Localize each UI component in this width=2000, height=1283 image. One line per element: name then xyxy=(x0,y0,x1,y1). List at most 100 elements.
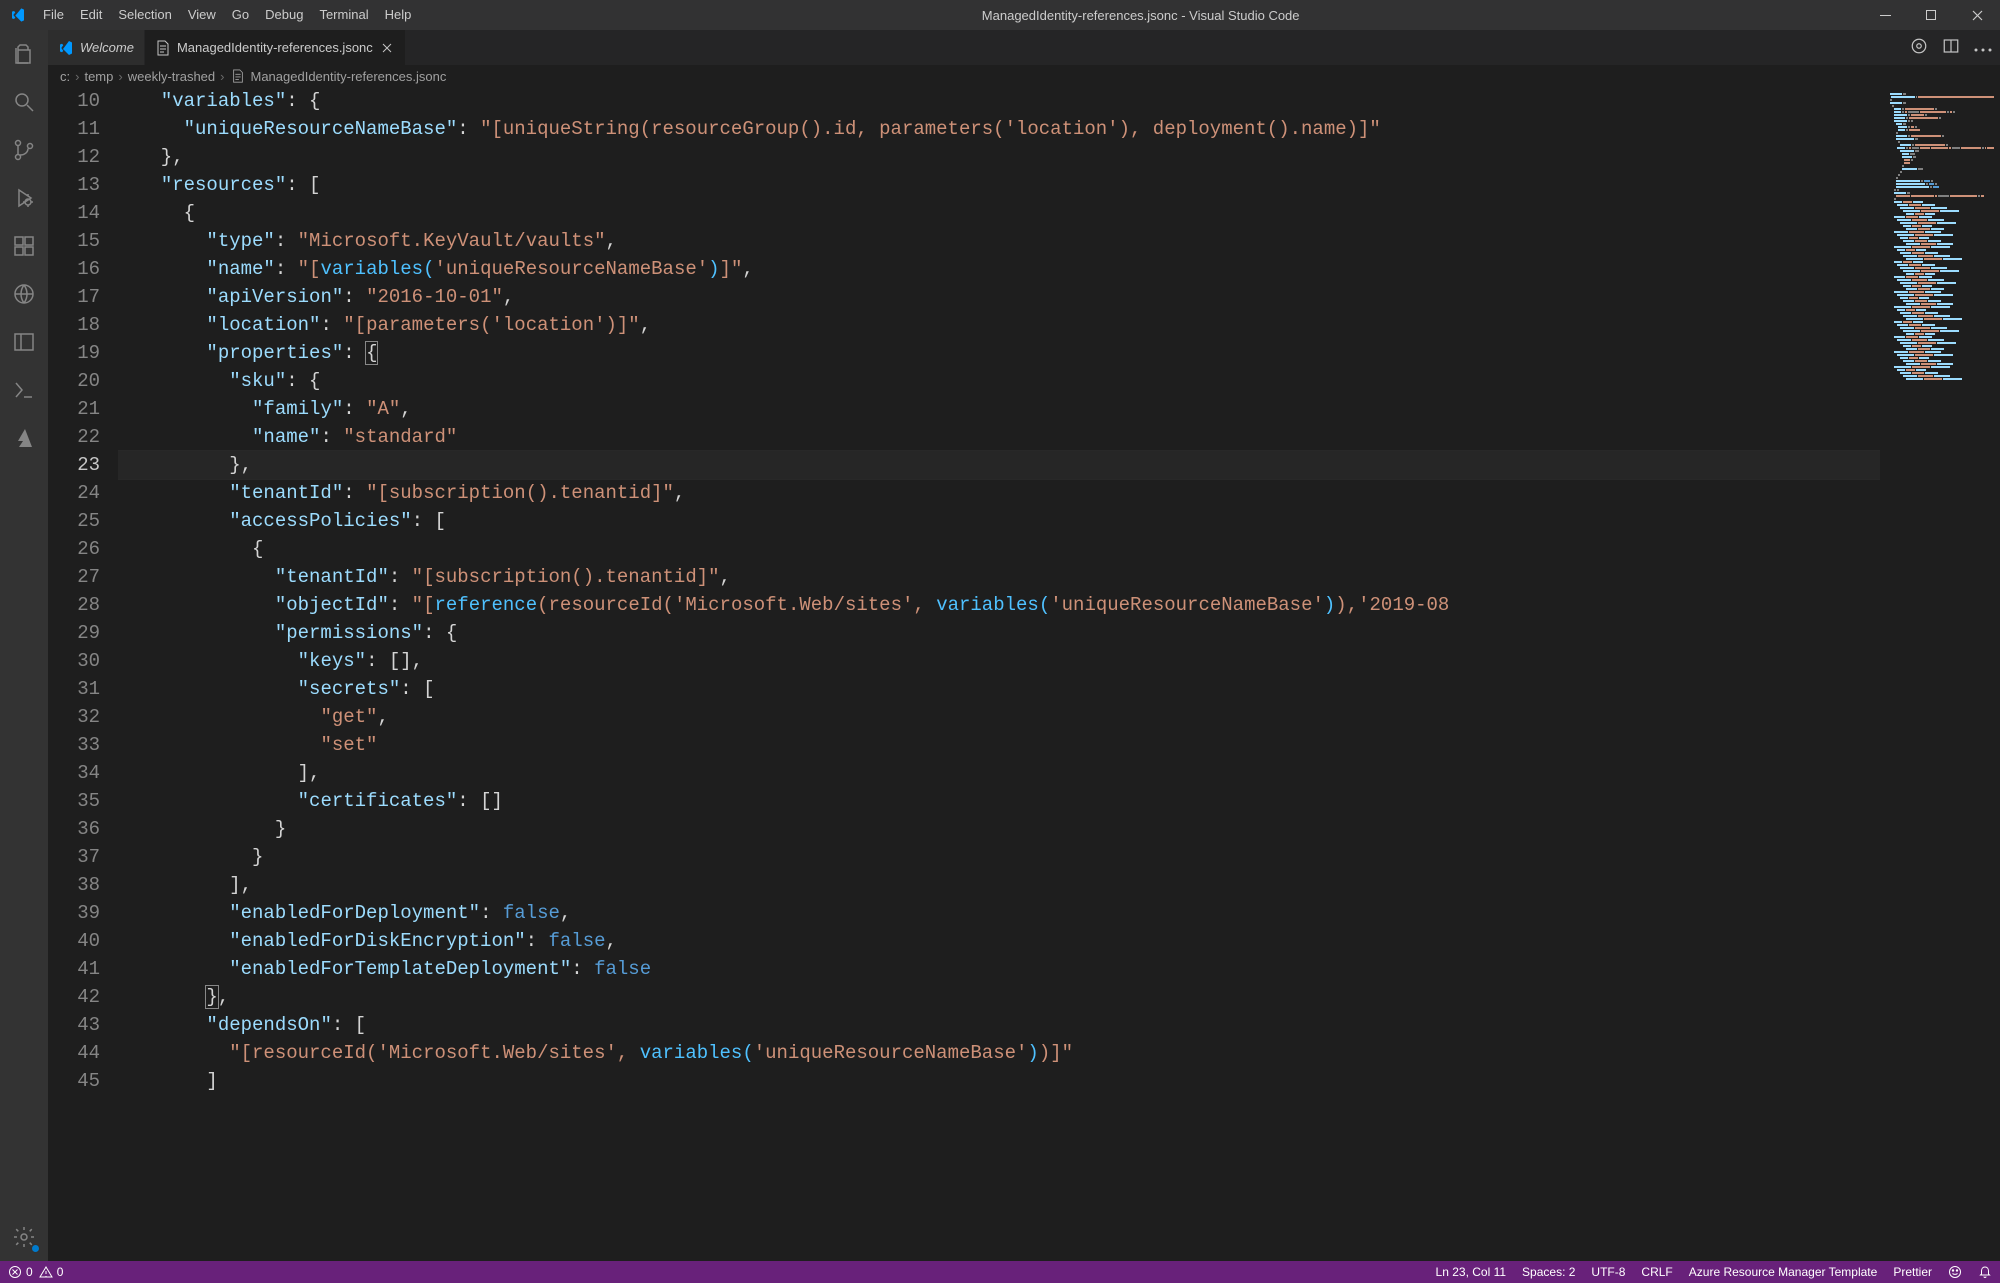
activity-run-debug[interactable] xyxy=(0,174,48,222)
code-line[interactable]: "enabledForDeployment": false, xyxy=(118,899,1880,927)
line-number[interactable]: 24 xyxy=(48,479,100,507)
code-editor[interactable]: "variables": { "uniqueResourceNameBase":… xyxy=(118,87,1880,1261)
close-icon[interactable] xyxy=(379,40,395,56)
code-line[interactable]: { xyxy=(118,199,1880,227)
code-line[interactable]: "resources": [ xyxy=(118,171,1880,199)
line-number[interactable]: 36 xyxy=(48,815,100,843)
line-number[interactable]: 12 xyxy=(48,143,100,171)
code-line[interactable]: "tenantId": "[subscription().tenantid]", xyxy=(118,479,1880,507)
line-number[interactable]: 14 xyxy=(48,199,100,227)
line-number[interactable]: 44 xyxy=(48,1039,100,1067)
breadcrumb-part[interactable]: c: xyxy=(60,69,70,84)
code-line[interactable]: "permissions": { xyxy=(118,619,1880,647)
line-number[interactable]: 30 xyxy=(48,647,100,675)
status-errors[interactable]: 0 xyxy=(8,1265,33,1279)
line-number[interactable]: 13 xyxy=(48,171,100,199)
code-line[interactable]: "type": "Microsoft.KeyVault/vaults", xyxy=(118,227,1880,255)
code-line[interactable]: "tenantId": "[subscription().tenantid]", xyxy=(118,563,1880,591)
code-line[interactable]: ] xyxy=(118,1067,1880,1095)
line-number[interactable]: 21 xyxy=(48,395,100,423)
line-number[interactable]: 40 xyxy=(48,927,100,955)
line-number[interactable]: 41 xyxy=(48,955,100,983)
code-line[interactable]: "certificates": [] xyxy=(118,787,1880,815)
code-line[interactable]: "name": "standard" xyxy=(118,423,1880,451)
code-line[interactable]: "sku": { xyxy=(118,367,1880,395)
menu-file[interactable]: File xyxy=(35,0,72,30)
line-number[interactable]: 26 xyxy=(48,535,100,563)
line-number[interactable]: 16 xyxy=(48,255,100,283)
line-number[interactable]: 15 xyxy=(48,227,100,255)
menu-debug[interactable]: Debug xyxy=(257,0,311,30)
line-number[interactable]: 31 xyxy=(48,675,100,703)
maximize-button[interactable] xyxy=(1908,0,1954,30)
line-number[interactable]: 32 xyxy=(48,703,100,731)
code-line[interactable]: "keys": [], xyxy=(118,647,1880,675)
preview-icon[interactable] xyxy=(1910,37,1928,58)
line-number[interactable]: 23 xyxy=(48,451,100,479)
line-number[interactable]: 28 xyxy=(48,591,100,619)
code-line[interactable]: } xyxy=(118,843,1880,871)
breadcrumb-part[interactable]: ManagedIdentity-references.jsonc xyxy=(251,69,447,84)
code-line[interactable]: ], xyxy=(118,871,1880,899)
code-line[interactable]: "enabledForTemplateDeployment": false xyxy=(118,955,1880,983)
status-spaces[interactable]: Spaces: 2 xyxy=(1522,1265,1575,1279)
line-number[interactable]: 39 xyxy=(48,899,100,927)
code-line[interactable]: "set" xyxy=(118,731,1880,759)
breadcrumb-part[interactable]: weekly-trashed xyxy=(128,69,215,84)
line-number[interactable]: 34 xyxy=(48,759,100,787)
line-number[interactable]: 18 xyxy=(48,311,100,339)
activity-remote[interactable] xyxy=(0,270,48,318)
close-button[interactable] xyxy=(1954,0,2000,30)
activity-azure[interactable] xyxy=(0,414,48,462)
status-encoding[interactable]: UTF-8 xyxy=(1591,1265,1625,1279)
line-number[interactable]: 11 xyxy=(48,115,100,143)
line-number[interactable]: 25 xyxy=(48,507,100,535)
feedback-icon[interactable] xyxy=(1948,1265,1962,1279)
code-line[interactable]: "uniqueResourceNameBase": "[uniqueString… xyxy=(118,115,1880,143)
status-warnings[interactable]: 0 xyxy=(39,1265,64,1279)
line-number[interactable]: 33 xyxy=(48,731,100,759)
code-line[interactable]: { xyxy=(118,535,1880,563)
line-number[interactable]: 17 xyxy=(48,283,100,311)
code-line[interactable]: "dependsOn": [ xyxy=(118,1011,1880,1039)
activity-settings[interactable] xyxy=(0,1213,48,1261)
line-number[interactable]: 35 xyxy=(48,787,100,815)
line-number[interactable]: 19 xyxy=(48,339,100,367)
activity-search[interactable] xyxy=(0,78,48,126)
code-line[interactable]: "location": "[parameters('location')]", xyxy=(118,311,1880,339)
line-number[interactable]: 29 xyxy=(48,619,100,647)
line-number[interactable]: 45 xyxy=(48,1067,100,1095)
line-number[interactable]: 37 xyxy=(48,843,100,871)
line-number[interactable]: 20 xyxy=(48,367,100,395)
line-number[interactable]: 22 xyxy=(48,423,100,451)
split-editor-icon[interactable] xyxy=(1942,37,1960,58)
minimize-button[interactable] xyxy=(1862,0,1908,30)
code-line[interactable]: }, xyxy=(118,143,1880,171)
activity-side-panel[interactable] xyxy=(0,318,48,366)
menu-terminal[interactable]: Terminal xyxy=(311,0,376,30)
code-line[interactable]: "name": "[variables('uniqueResourceNameB… xyxy=(118,255,1880,283)
line-number[interactable]: 42 xyxy=(48,983,100,1011)
status-cursor[interactable]: Ln 23, Col 11 xyxy=(1436,1265,1507,1279)
status-formatter[interactable]: Prettier xyxy=(1893,1265,1932,1279)
menu-selection[interactable]: Selection xyxy=(110,0,179,30)
code-line[interactable]: "objectId": "[reference(resourceId('Micr… xyxy=(118,591,1880,619)
menu-view[interactable]: View xyxy=(180,0,224,30)
tab-welcome[interactable]: Welcome xyxy=(48,30,145,65)
code-line[interactable]: "family": "A", xyxy=(118,395,1880,423)
code-line[interactable]: "accessPolicies": [ xyxy=(118,507,1880,535)
menu-go[interactable]: Go xyxy=(224,0,257,30)
activity-source-control[interactable] xyxy=(0,126,48,174)
line-number[interactable]: 43 xyxy=(48,1011,100,1039)
code-line[interactable]: "get", xyxy=(118,703,1880,731)
activity-extensions[interactable] xyxy=(0,222,48,270)
code-line[interactable]: } xyxy=(118,815,1880,843)
code-line[interactable]: }, xyxy=(118,451,1880,479)
line-number[interactable]: 10 xyxy=(48,87,100,115)
code-line[interactable]: }, xyxy=(118,983,1880,1011)
menu-edit[interactable]: Edit xyxy=(72,0,110,30)
breadcrumb-part[interactable]: temp xyxy=(84,69,113,84)
status-language[interactable]: Azure Resource Manager Template xyxy=(1689,1265,1878,1279)
code-line[interactable]: "variables": { xyxy=(118,87,1880,115)
more-icon[interactable] xyxy=(1974,40,1992,55)
